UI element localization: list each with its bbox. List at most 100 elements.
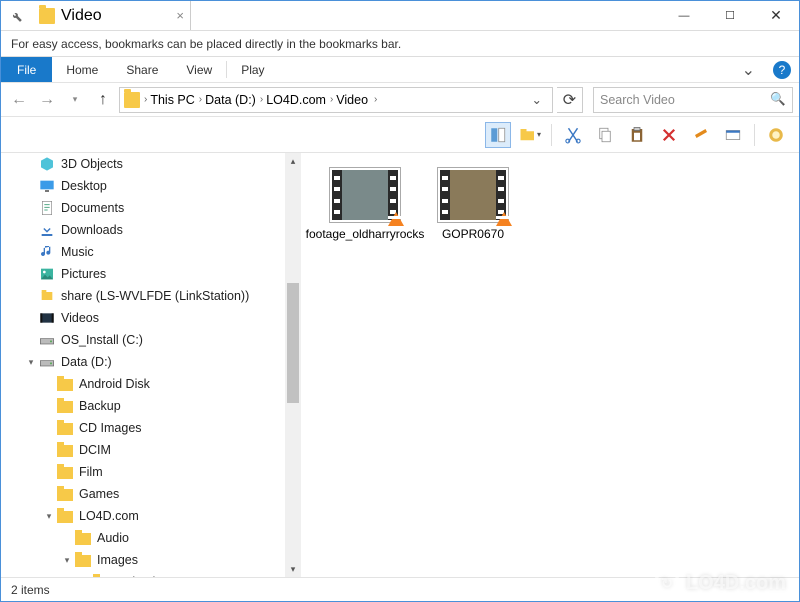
tree-item[interactable]: Backup bbox=[1, 395, 301, 417]
tree-scrollbar[interactable]: ▴ ▾ bbox=[285, 153, 301, 577]
copy-button[interactable] bbox=[592, 122, 618, 148]
tree-item[interactable]: resized bbox=[1, 571, 301, 577]
tree-item[interactable]: ▾Images bbox=[1, 549, 301, 571]
search-input[interactable]: Search Video 🔍 bbox=[593, 87, 793, 113]
crumb-1[interactable]: Data (D:) bbox=[205, 93, 256, 107]
tree-item-label: Desktop bbox=[61, 179, 107, 193]
address-dropdown-icon[interactable]: ⌄ bbox=[526, 92, 548, 107]
tree-item[interactable]: Music bbox=[1, 241, 301, 263]
tree-item-label: Images bbox=[97, 553, 138, 567]
toolbar: ▾ bbox=[1, 117, 799, 153]
paste-button[interactable] bbox=[624, 122, 650, 148]
music-icon bbox=[39, 244, 55, 260]
search-placeholder: Search Video bbox=[600, 93, 675, 107]
tree-item-label: Android Disk bbox=[79, 377, 150, 391]
nav-row: ← → ▾ ↑ ›This PC ›Data (D:) ›LO4D.com ›V… bbox=[1, 83, 799, 117]
back-button[interactable]: ← bbox=[7, 88, 31, 112]
item-count: 2 items bbox=[11, 583, 50, 597]
app-button[interactable] bbox=[763, 122, 789, 148]
folder-icon bbox=[75, 530, 91, 546]
recent-dropdown-icon[interactable]: ▾ bbox=[63, 88, 87, 112]
desktop-icon bbox=[39, 178, 55, 194]
help-icon[interactable]: ? bbox=[773, 61, 791, 79]
tab-title: Video bbox=[61, 7, 102, 25]
tree-item[interactable]: Pictures bbox=[1, 263, 301, 285]
tree-item[interactable]: share (LS-WVLFDE (LinkStation)) bbox=[1, 285, 301, 307]
wrench-icon[interactable] bbox=[1, 1, 31, 30]
tree-item[interactable]: Desktop bbox=[1, 175, 301, 197]
ribbon-tab-view[interactable]: View bbox=[172, 57, 226, 82]
minimize-button[interactable]: — bbox=[661, 1, 707, 30]
tree-item-label: 3D Objects bbox=[61, 157, 123, 171]
view-mode-button[interactable] bbox=[485, 122, 511, 148]
tree-item[interactable]: Games bbox=[1, 483, 301, 505]
folder-icon bbox=[39, 8, 55, 24]
close-tab-icon[interactable]: × bbox=[176, 8, 184, 23]
tree-item-label: Film bbox=[79, 465, 103, 479]
tree-item-label: Backup bbox=[79, 399, 121, 413]
tree-item[interactable]: Downloads bbox=[1, 219, 301, 241]
folder-icon bbox=[93, 574, 109, 577]
tree-item[interactable]: Audio bbox=[1, 527, 301, 549]
delete-button[interactable] bbox=[656, 122, 682, 148]
file-item[interactable]: footage_oldharryrocks bbox=[315, 167, 415, 241]
rename-button[interactable] bbox=[688, 122, 714, 148]
file-label: GOPR0670 bbox=[442, 227, 504, 241]
folder-icon bbox=[57, 420, 73, 436]
video-thumb bbox=[437, 167, 509, 223]
crumb-2[interactable]: LO4D.com bbox=[266, 93, 326, 107]
ribbon-expand-icon[interactable]: ⌄ bbox=[732, 57, 765, 82]
scroll-down-icon[interactable]: ▾ bbox=[285, 561, 301, 577]
crumb-3[interactable]: Video bbox=[336, 93, 368, 107]
file-menu[interactable]: File bbox=[1, 57, 52, 82]
tab-video[interactable]: Video × bbox=[31, 1, 191, 30]
tree-item[interactable]: Android Disk bbox=[1, 373, 301, 395]
doc-icon bbox=[39, 200, 55, 216]
ribbon-tab-share[interactable]: Share bbox=[112, 57, 172, 82]
folder-icon bbox=[75, 552, 91, 568]
window-controls: — ☐ ✕ bbox=[661, 1, 799, 30]
nav-tree[interactable]: 3D Objects Desktop Documents Downloads Music… bbox=[1, 153, 301, 577]
tree-item[interactable]: OS_Install (C:) bbox=[1, 329, 301, 351]
vlc-icon bbox=[496, 212, 512, 226]
tree-item-label: Downloads bbox=[61, 223, 123, 237]
tree-item-label: Pictures bbox=[61, 267, 106, 281]
tree-item[interactable]: ▾Data (D:) bbox=[1, 351, 301, 373]
tree-item-label: Games bbox=[79, 487, 119, 501]
new-folder-button[interactable]: ▾ bbox=[517, 122, 543, 148]
maximize-button[interactable]: ☐ bbox=[707, 1, 753, 30]
close-button[interactable]: ✕ bbox=[753, 1, 799, 30]
tree-item[interactable]: CD Images bbox=[1, 417, 301, 439]
crumb-0[interactable]: This PC bbox=[150, 93, 194, 107]
tree-item-label: share (LS-WVLFDE (LinkStation)) bbox=[61, 289, 249, 303]
folder-icon bbox=[57, 464, 73, 480]
video-thumb bbox=[329, 167, 401, 223]
file-list[interactable]: footage_oldharryrocks GOPR0670 bbox=[301, 153, 799, 577]
tree-item-label: Data (D:) bbox=[61, 355, 112, 369]
search-icon: 🔍 bbox=[770, 92, 786, 107]
drive-icon bbox=[39, 332, 55, 348]
cut-button[interactable] bbox=[560, 122, 586, 148]
forward-button[interactable]: → bbox=[35, 88, 59, 112]
tree-item[interactable]: ▾LO4D.com bbox=[1, 505, 301, 527]
scroll-up-icon[interactable]: ▴ bbox=[285, 153, 301, 169]
refresh-button[interactable]: ⟳ bbox=[557, 87, 583, 113]
tree-item[interactable]: Documents bbox=[1, 197, 301, 219]
tree-item[interactable]: DCIM bbox=[1, 439, 301, 461]
ribbon-tab-play[interactable]: Play bbox=[227, 57, 278, 82]
pic-icon bbox=[39, 266, 55, 282]
tree-item[interactable]: Film bbox=[1, 461, 301, 483]
folder-icon bbox=[57, 398, 73, 414]
ribbon-tab-home[interactable]: Home bbox=[52, 57, 112, 82]
cube-icon bbox=[39, 156, 55, 172]
tree-item[interactable]: 3D Objects bbox=[1, 153, 301, 175]
properties-button[interactable] bbox=[720, 122, 746, 148]
address-bar[interactable]: ›This PC ›Data (D:) ›LO4D.com ›Video› ⌄ bbox=[119, 87, 553, 113]
scrollbar-thumb[interactable] bbox=[287, 283, 299, 403]
tree-item-label: Videos bbox=[61, 311, 99, 325]
download-icon bbox=[39, 222, 55, 238]
tree-item[interactable]: Videos bbox=[1, 307, 301, 329]
up-button[interactable]: ↑ bbox=[91, 88, 115, 112]
explorer-window: Video × — ☐ ✕ For easy access, bookmarks… bbox=[0, 0, 800, 602]
file-item[interactable]: GOPR0670 bbox=[423, 167, 523, 241]
